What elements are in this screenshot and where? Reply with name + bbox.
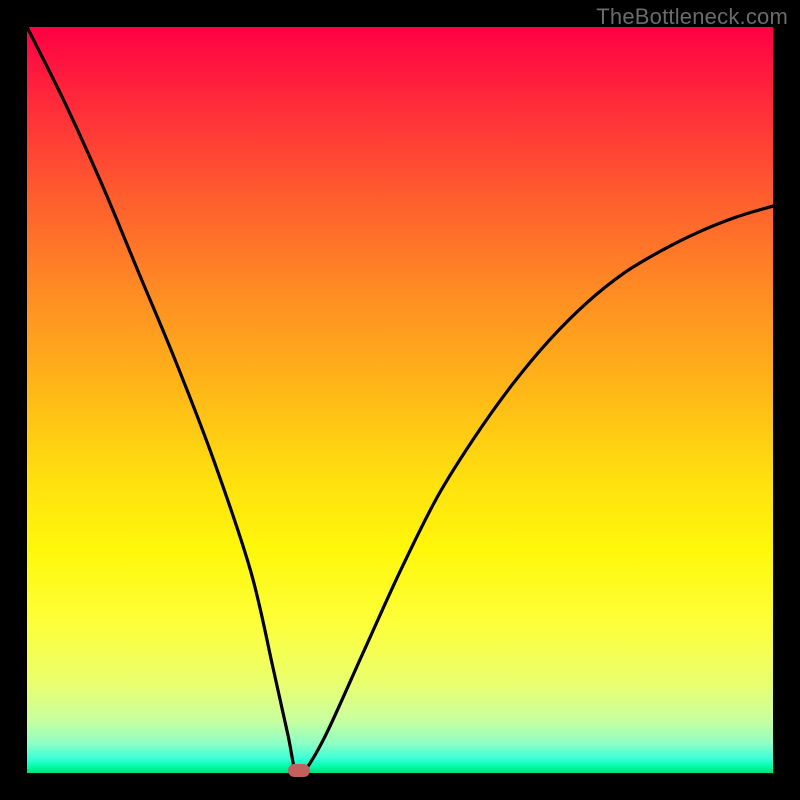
optimum-marker: [288, 764, 310, 777]
bottleneck-curve: [27, 27, 773, 773]
chart-frame: TheBottleneck.com: [0, 0, 800, 800]
watermark-text: TheBottleneck.com: [596, 4, 788, 30]
